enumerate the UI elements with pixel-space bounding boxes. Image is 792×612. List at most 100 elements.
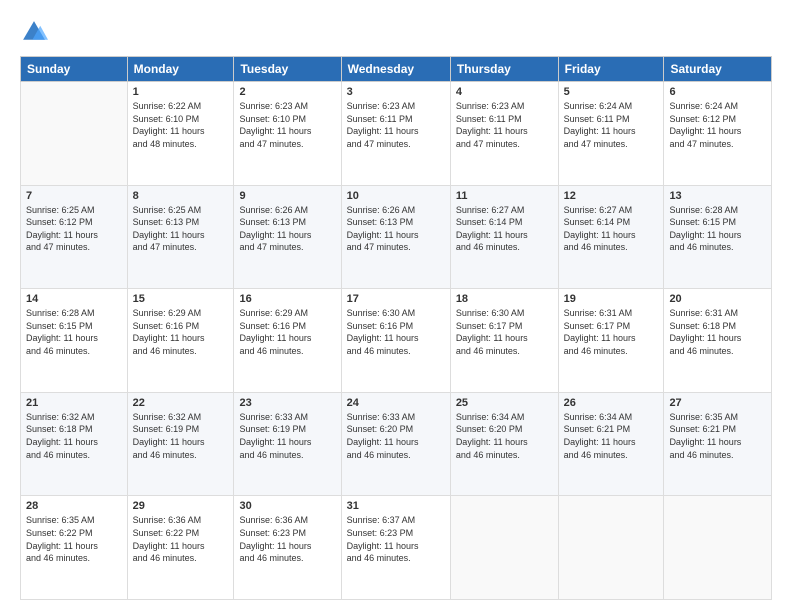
calendar-cell: 2 Sunrise: 6:23 AM Sunset: 6:10 PM Daylig… — [234, 82, 341, 186]
day-info: Sunrise: 6:32 AM Sunset: 6:18 PM Dayligh… — [26, 411, 122, 461]
calendar-cell: 19 Sunrise: 6:31 AM Sunset: 6:17 PM Dayli… — [558, 289, 664, 393]
day-info: Sunrise: 6:33 AM Sunset: 6:19 PM Dayligh… — [239, 411, 335, 461]
day-number: 30 — [239, 500, 335, 512]
calendar-cell: 22 Sunrise: 6:32 AM Sunset: 6:19 PM Dayli… — [127, 392, 234, 496]
calendar-cell: 26 Sunrise: 6:34 AM Sunset: 6:21 PM Dayli… — [558, 392, 664, 496]
calendar-cell: 27Sunrise: 6:35 AM Sunset: 6:21 PM Dayli… — [664, 392, 772, 496]
calendar-cell: 7 Sunrise: 6:25 AM Sunset: 6:12 PM Daylig… — [21, 185, 128, 289]
calendar-cell: 16 Sunrise: 6:29 AM Sunset: 6:16 PM Dayli… — [234, 289, 341, 393]
calendar-cell: 9Sunrise: 6:26 AM Sunset: 6:13 PM Daylig… — [234, 185, 341, 289]
calendar-cell: 13 Sunrise: 6:28 AM Sunset: 6:15 PM Dayli… — [664, 185, 772, 289]
day-number: 23 — [239, 397, 335, 409]
calendar-week-row: 28 Sunrise: 6:35 AM Sunset: 6:22 PM Dayli… — [21, 496, 772, 600]
day-info: Sunrise: 6:28 AM Sunset: 6:15 PM Dayligh… — [669, 204, 766, 254]
day-info: Sunrise: 6:26 AM Sunset: 6:13 PM Dayligh… — [347, 204, 445, 254]
calendar-cell: 23 Sunrise: 6:33 AM Sunset: 6:19 PM Dayli… — [234, 392, 341, 496]
day-info: Sunrise: 6:27 AM Sunset: 6:14 PM Dayligh… — [456, 204, 553, 254]
day-number: 4 — [456, 86, 553, 98]
day-info: Sunrise: 6:29 AM Sunset: 6:16 PM Dayligh… — [133, 307, 229, 357]
calendar-week-row: 14 Sunrise: 6:28 AM Sunset: 6:15 PM Dayli… — [21, 289, 772, 393]
day-number: 2 — [239, 86, 335, 98]
day-number: 14 — [26, 293, 122, 305]
day-number: 11 — [456, 190, 553, 202]
calendar-header-row: SundayMondayTuesdayWednesdayThursdayFrid… — [21, 57, 772, 82]
day-number: 29 — [133, 500, 229, 512]
page: SundayMondayTuesdayWednesdayThursdayFrid… — [0, 0, 792, 612]
day-info: Sunrise: 6:28 AM Sunset: 6:15 PM Dayligh… — [26, 307, 122, 357]
calendar-cell: 31 Sunrise: 6:37 AM Sunset: 6:23 PM Dayli… — [341, 496, 450, 600]
day-number: 31 — [347, 500, 445, 512]
calendar-cell: 10 Sunrise: 6:26 AM Sunset: 6:13 PM Dayli… — [341, 185, 450, 289]
day-number: 17 — [347, 293, 445, 305]
calendar-week-row: 7 Sunrise: 6:25 AM Sunset: 6:12 PM Daylig… — [21, 185, 772, 289]
day-info: Sunrise: 6:32 AM Sunset: 6:19 PM Dayligh… — [133, 411, 229, 461]
calendar-cell: 6 Sunrise: 6:24 AM Sunset: 6:12 PM Daylig… — [664, 82, 772, 186]
calendar-cell: 20 Sunrise: 6:31 AM Sunset: 6:18 PM Dayli… — [664, 289, 772, 393]
day-info: Sunrise: 6:34 AM Sunset: 6:21 PM Dayligh… — [564, 411, 659, 461]
day-number: 20 — [669, 293, 766, 305]
day-number: 6 — [669, 86, 766, 98]
day-info: Sunrise: 6:23 AM Sunset: 6:11 PM Dayligh… — [347, 100, 445, 150]
day-info: Sunrise: 6:31 AM Sunset: 6:17 PM Dayligh… — [564, 307, 659, 357]
day-info: Sunrise: 6:27 AM Sunset: 6:14 PM Dayligh… — [564, 204, 659, 254]
day-info: Sunrise: 6:24 AM Sunset: 6:11 PM Dayligh… — [564, 100, 659, 150]
day-info: Sunrise: 6:26 AM Sunset: 6:13 PM Dayligh… — [239, 204, 335, 254]
calendar-header-thursday: Thursday — [450, 57, 558, 82]
calendar-cell: 5 Sunrise: 6:24 AM Sunset: 6:11 PM Daylig… — [558, 82, 664, 186]
day-number: 5 — [564, 86, 659, 98]
day-info: Sunrise: 6:36 AM Sunset: 6:22 PM Dayligh… — [133, 514, 229, 564]
logo-icon — [20, 18, 48, 46]
calendar-cell — [450, 496, 558, 600]
calendar-header-saturday: Saturday — [664, 57, 772, 82]
day-number: 28 — [26, 500, 122, 512]
day-info: Sunrise: 6:29 AM Sunset: 6:16 PM Dayligh… — [239, 307, 335, 357]
day-number: 12 — [564, 190, 659, 202]
day-info: Sunrise: 6:30 AM Sunset: 6:16 PM Dayligh… — [347, 307, 445, 357]
day-info: Sunrise: 6:37 AM Sunset: 6:23 PM Dayligh… — [347, 514, 445, 564]
calendar-cell: 25Sunrise: 6:34 AM Sunset: 6:20 PM Dayli… — [450, 392, 558, 496]
calendar-cell: 8Sunrise: 6:25 AM Sunset: 6:13 PM Daylig… — [127, 185, 234, 289]
day-info: Sunrise: 6:25 AM Sunset: 6:13 PM Dayligh… — [133, 204, 229, 254]
day-info: Sunrise: 6:31 AM Sunset: 6:18 PM Dayligh… — [669, 307, 766, 357]
calendar-cell — [21, 82, 128, 186]
calendar-header-friday: Friday — [558, 57, 664, 82]
day-info: Sunrise: 6:33 AM Sunset: 6:20 PM Dayligh… — [347, 411, 445, 461]
calendar-cell — [664, 496, 772, 600]
calendar-week-row: 21 Sunrise: 6:32 AM Sunset: 6:18 PM Dayli… — [21, 392, 772, 496]
day-number: 13 — [669, 190, 766, 202]
calendar-cell: 1Sunrise: 6:22 AM Sunset: 6:10 PM Daylig… — [127, 82, 234, 186]
day-number: 26 — [564, 397, 659, 409]
day-number: 16 — [239, 293, 335, 305]
calendar-cell: 14 Sunrise: 6:28 AM Sunset: 6:15 PM Dayli… — [21, 289, 128, 393]
day-number: 24 — [347, 397, 445, 409]
header — [20, 18, 772, 46]
day-info: Sunrise: 6:36 AM Sunset: 6:23 PM Dayligh… — [239, 514, 335, 564]
calendar-cell: 4Sunrise: 6:23 AM Sunset: 6:11 PM Daylig… — [450, 82, 558, 186]
day-info: Sunrise: 6:30 AM Sunset: 6:17 PM Dayligh… — [456, 307, 553, 357]
day-number: 21 — [26, 397, 122, 409]
calendar-cell: 17 Sunrise: 6:30 AM Sunset: 6:16 PM Dayli… — [341, 289, 450, 393]
calendar-cell: 24 Sunrise: 6:33 AM Sunset: 6:20 PM Dayli… — [341, 392, 450, 496]
day-info: Sunrise: 6:25 AM Sunset: 6:12 PM Dayligh… — [26, 204, 122, 254]
calendar-cell: 11 Sunrise: 6:27 AM Sunset: 6:14 PM Dayli… — [450, 185, 558, 289]
day-info: Sunrise: 6:24 AM Sunset: 6:12 PM Dayligh… — [669, 100, 766, 150]
day-info: Sunrise: 6:35 AM Sunset: 6:22 PM Dayligh… — [26, 514, 122, 564]
calendar-cell: 28 Sunrise: 6:35 AM Sunset: 6:22 PM Dayli… — [21, 496, 128, 600]
calendar-header-wednesday: Wednesday — [341, 57, 450, 82]
calendar-cell — [558, 496, 664, 600]
calendar: SundayMondayTuesdayWednesdayThursdayFrid… — [20, 56, 772, 600]
day-number: 22 — [133, 397, 229, 409]
day-number: 7 — [26, 190, 122, 202]
calendar-cell: 30 Sunrise: 6:36 AM Sunset: 6:23 PM Dayli… — [234, 496, 341, 600]
day-info: Sunrise: 6:35 AM Sunset: 6:21 PM Dayligh… — [669, 411, 766, 461]
logo — [20, 18, 52, 46]
calendar-cell: 21 Sunrise: 6:32 AM Sunset: 6:18 PM Dayli… — [21, 392, 128, 496]
day-number: 10 — [347, 190, 445, 202]
calendar-cell: 3Sunrise: 6:23 AM Sunset: 6:11 PM Daylig… — [341, 82, 450, 186]
day-number: 1 — [133, 86, 229, 98]
day-number: 19 — [564, 293, 659, 305]
calendar-header-tuesday: Tuesday — [234, 57, 341, 82]
calendar-header-sunday: Sunday — [21, 57, 128, 82]
day-info: Sunrise: 6:23 AM Sunset: 6:10 PM Dayligh… — [239, 100, 335, 150]
day-number: 15 — [133, 293, 229, 305]
